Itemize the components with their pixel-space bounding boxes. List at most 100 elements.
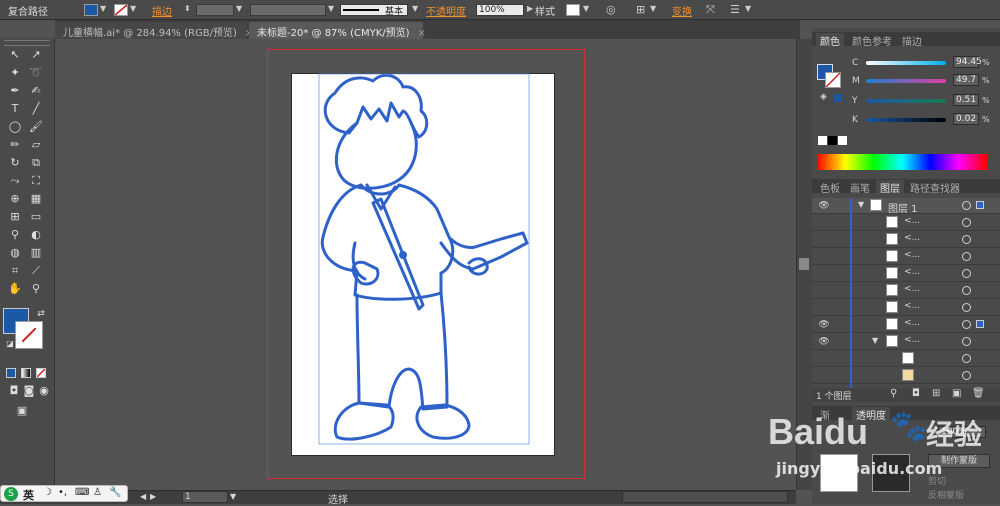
target-icon[interactable] [962,201,971,210]
artboard-tool-icon[interactable]: ⌗ [7,264,23,278]
target-icon[interactable] [962,303,971,312]
tab-pathfinder[interactable]: 路径查找器 [906,180,964,195]
boy-illustration[interactable] [291,73,555,456]
none-swatch[interactable] [818,136,827,145]
channel-y-field[interactable]: 0.51 [953,94,979,106]
magic-wand-tool-icon[interactable]: ✦ [7,66,23,80]
pencil-tool-icon[interactable]: ✏ [7,138,23,152]
opacity-field[interactable]: 100% [476,4,524,16]
tab-color[interactable]: 颜色 [816,33,844,48]
tab-document-1[interactable]: 儿童横幅.ai* @ 284.94% (RGB/预览)× [55,22,253,39]
selection-tool-icon[interactable]: ↖ [7,48,23,62]
target-icon[interactable] [962,371,971,380]
panel-stroke-swatch[interactable] [825,72,841,88]
target-icon[interactable] [962,235,971,244]
clipping-mask-icon[interactable]: ◘ [912,388,920,399]
trash-icon[interactable]: 🗑 [972,388,985,399]
fill-swatch[interactable] [84,4,98,16]
perspective-grid-tool-icon[interactable]: ▦ [28,192,44,206]
white-swatch[interactable] [838,136,847,145]
rotate-tool-icon[interactable]: ↻ [7,156,23,170]
chevron-down-icon[interactable]: ▼ [100,4,106,13]
align-icon[interactable]: ⊞ [636,3,645,16]
channel-c-slider[interactable] [866,61,946,65]
black-swatch[interactable] [828,136,837,145]
transform-label[interactable]: 变换 [672,3,692,18]
chevron-down-icon[interactable]: ▼ [858,200,864,209]
tab-brushes[interactable]: 画笔 [846,180,874,195]
target-icon[interactable] [962,286,971,295]
draw-behind-icon[interactable]: ◙ [21,384,37,398]
layer-row[interactable]: <... [812,266,1000,282]
opacity-label[interactable]: 不透明度 [426,3,466,18]
ime-toolbar[interactable]: S 英 ☽ •, ⌨ ♙ 🔧 [0,485,128,502]
gradient-mode-icon[interactable] [21,368,31,378]
stroke-weight-field[interactable] [196,4,234,16]
paintbrush-tool-icon[interactable]: 🖌 [28,120,44,134]
eraser-tool-icon[interactable]: ▱ [28,138,44,152]
eye-icon[interactable]: 👁 [818,319,830,331]
target-icon[interactable] [962,218,971,227]
tab-document-2[interactable]: 未标题-20* @ 87% (CMYK/预览) × [249,22,426,39]
chevron-down-icon[interactable]: ▼ [872,336,878,345]
layer-row[interactable]: <... [812,215,1000,231]
default-colors-icon[interactable]: ◪ [2,337,18,351]
moon-icon[interactable]: ☽ [43,487,52,498]
target-icon[interactable] [962,354,971,363]
scale-tool-icon[interactable]: ⧉ [28,156,44,170]
ime-language[interactable]: 英 [23,487,34,503]
graph-tool-icon[interactable]: ▥ [28,246,44,260]
chevron-down-icon[interactable]: ▼ [230,492,236,501]
stroke-label[interactable]: 描边 [152,3,172,18]
target-icon[interactable] [962,320,971,329]
color-mode-icon[interactable] [6,368,16,378]
none-mode-icon[interactable] [36,368,46,378]
zoom-tool-icon[interactable]: ⚲ [28,282,44,296]
symbol-sprayer-tool-icon[interactable]: ◍ [7,246,23,260]
new-layer-icon[interactable]: ▣ [952,388,961,399]
draw-inside-icon[interactable]: ◉ [36,384,52,398]
shape-builder-tool-icon[interactable]: ⊕ [7,192,23,206]
layer-row[interactable]: <... [812,232,1000,248]
layer-name[interactable]: 图层 1 [888,200,918,215]
tab-swatches[interactable]: 色板 [816,180,844,195]
style-swatch[interactable] [566,4,580,16]
locate-object-icon[interactable]: ⚲ [890,388,897,399]
scrollbar-thumb[interactable] [799,258,809,270]
brush-definition[interactable]: 基本 [340,4,408,17]
channel-c-field[interactable]: 94.45 [953,56,982,68]
stepper-icon[interactable]: ⬍ [184,4,191,13]
panel-grip[interactable] [4,40,50,46]
channel-y-slider[interactable] [866,99,946,103]
layer-row-top[interactable]: 👁 ▼ 图层 1 [812,198,1000,215]
selection-color-icon[interactable] [976,201,984,209]
tab-color-guide[interactable]: 颜色参考 [848,33,896,48]
chevron-down-icon[interactable]: ▼ [650,4,656,13]
wrench-icon[interactable]: 🔧 [109,487,121,498]
free-transform-tool-icon[interactable]: ⛶ [28,174,44,188]
chevron-right-icon[interactable]: ▶ [527,4,533,13]
blend-tool-icon[interactable]: ◐ [28,228,44,242]
layer-row[interactable]: <... [812,300,1000,316]
pen-tool-icon[interactable]: ✒ [7,84,23,98]
mesh-tool-icon[interactable]: ⊞ [7,210,23,224]
channel-k-field[interactable]: 0.02 [953,113,979,125]
direct-selection-tool-icon[interactable]: ↗ [28,48,44,62]
swap-icon[interactable]: ⇄ [33,307,49,321]
curvature-tool-icon[interactable]: ✍ [28,84,44,98]
layer-row[interactable] [812,351,1000,367]
eye-icon[interactable]: 👁 [818,200,830,212]
selection-color-icon[interactable] [976,320,984,328]
target-icon[interactable] [962,337,971,346]
layer-row[interactable]: 👁 ▼ <... [812,334,1000,350]
punctuation-icon[interactable]: •, [58,487,67,498]
ellipse-tool-icon[interactable]: ◯ [7,120,23,134]
slice-tool-icon[interactable]: ⟋ [28,264,44,278]
draw-normal-icon[interactable]: ◘ [6,384,22,398]
width-tool-icon[interactable]: ⤳ [7,174,23,188]
layer-row[interactable]: <... [812,249,1000,265]
color-spectrum[interactable] [817,154,987,170]
target-icon[interactable] [962,252,971,261]
chevron-down-icon[interactable]: ▼ [328,4,334,13]
chevron-left-icon[interactable]: ◀ [140,492,146,501]
